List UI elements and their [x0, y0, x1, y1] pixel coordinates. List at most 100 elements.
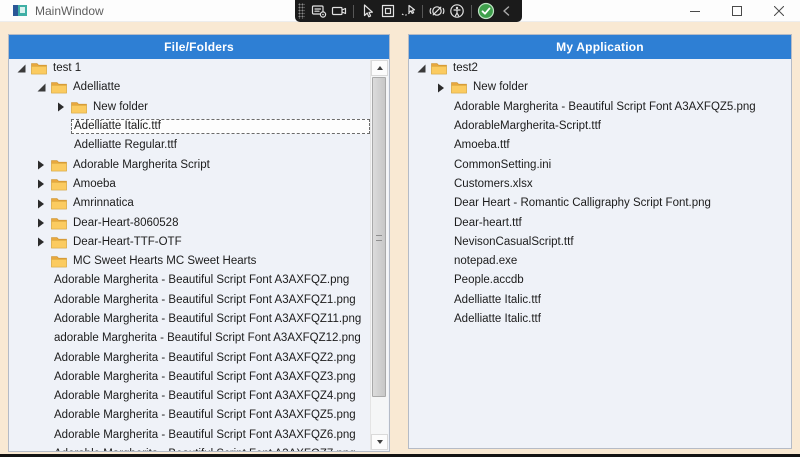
tree-item[interactable]: Adelliatte Italic.ttf — [409, 291, 791, 310]
recorder-settings-icon[interactable] — [310, 3, 328, 19]
collapsed-arrow-icon[interactable] — [37, 160, 51, 170]
tree-item[interactable]: test 1 — [9, 59, 389, 78]
tree-item[interactable]: New folder — [9, 98, 389, 117]
scroll-down-icon — [377, 440, 383, 444]
scroll-up-button[interactable] — [371, 60, 388, 76]
tree-item-label: NevisonCasualScript.ttf — [451, 235, 578, 250]
cursor-icon[interactable] — [359, 3, 377, 19]
accessibility-icon[interactable] — [448, 3, 466, 19]
tree-item[interactable]: Adorable Margherita - Beautiful Script F… — [9, 406, 389, 425]
collapsed-arrow-icon[interactable] — [37, 199, 51, 209]
tree-item[interactable]: People.accdb — [409, 271, 791, 290]
collapse-chevron-icon[interactable] — [497, 3, 515, 19]
tree-item-label: Adelliatte Italic.ttf — [451, 293, 545, 308]
collapsed-arrow-icon[interactable] — [37, 237, 51, 247]
tree-item[interactable]: Amoeba — [9, 175, 389, 194]
tree-item[interactable]: Adelliatte Regular.ttf — [9, 136, 389, 155]
collapsed-arrow-icon[interactable] — [37, 218, 51, 228]
tree-item-label: Adorable Margherita - Beautiful Script F… — [51, 428, 360, 443]
scroll-down-button[interactable] — [371, 434, 388, 450]
tree-item[interactable]: test2 — [409, 59, 791, 78]
record-disabled-icon[interactable] — [428, 3, 446, 19]
tree-item-label: Adelliatte Italic.ttf — [451, 312, 545, 327]
collapsed-arrow-icon[interactable] — [437, 83, 451, 93]
tree-item[interactable]: New folder — [409, 78, 791, 97]
app-icon — [13, 4, 28, 17]
tree-item-label: Dear-heart.ttf — [451, 216, 526, 231]
folder-icon — [51, 217, 70, 230]
tree-item-label: Amoeba — [70, 177, 120, 192]
tree-item[interactable]: Adorable Margherita - Beautiful Script F… — [9, 445, 389, 451]
tree-item-label-focused: Adelliatte Italic.ttf — [71, 119, 370, 134]
expanded-arrow-icon[interactable] — [17, 64, 31, 73]
tree-item-label: Dear Heart - Romantic Calligraphy Script… — [451, 196, 715, 211]
tree-item[interactable]: Adorable Margherita - Beautiful Script F… — [9, 426, 389, 445]
tree-item[interactable]: MC Sweet Hearts MC Sweet Hearts — [9, 252, 389, 271]
tree-item-label: Adorable Margherita - Beautiful Script F… — [51, 408, 360, 423]
tree-item[interactable]: Dear-heart.ttf — [409, 213, 791, 232]
folder-icon — [51, 236, 70, 249]
my-application-panel: My Application test2 New folder Adorable M… — [408, 34, 792, 449]
tree-item-label: Adorable Margherita - Beautiful Script F… — [451, 100, 760, 115]
tree-item-label: Adelliatte — [70, 80, 124, 95]
folder-icon — [431, 62, 450, 75]
tree-item[interactable]: Adelliatte Italic.ttf — [9, 117, 389, 136]
expanded-arrow-icon[interactable] — [417, 64, 431, 73]
tree-item[interactable]: Adelliatte — [9, 78, 389, 97]
tree-item[interactable]: Customers.xlsx — [409, 175, 791, 194]
folder-icon — [51, 81, 70, 94]
window-controls — [674, 0, 800, 21]
scroll-up-icon — [377, 66, 383, 70]
tree-item[interactable]: Adorable Margherita - Beautiful Script F… — [9, 348, 389, 367]
tree-item-label: Dear-Heart-TTF-OTF — [70, 235, 186, 250]
tree-item[interactable]: Adorable Margherita - Beautiful Script F… — [409, 98, 791, 117]
folder-icon — [451, 81, 470, 94]
tree-item[interactable]: AdorableMargherita-Script.ttf — [409, 117, 791, 136]
collapsed-arrow-icon[interactable] — [37, 179, 51, 189]
folder-icon — [71, 101, 90, 114]
tree-item[interactable]: Adorable Margherita - Beautiful Script F… — [9, 368, 389, 387]
tree-item[interactable]: Adelliatte Italic.ttf — [409, 310, 791, 329]
tree-item[interactable]: Adorable Margherita - Beautiful Script F… — [9, 271, 389, 290]
tree-item[interactable]: NevisonCasualScript.ttf — [409, 233, 791, 252]
vertical-scrollbar[interactable] — [370, 60, 388, 450]
close-button[interactable] — [758, 0, 800, 21]
file-folders-panel: File/Folders test 1 Adelliatte New folder A… — [8, 34, 390, 452]
folder-icon — [51, 255, 70, 268]
minimize-button[interactable] — [674, 0, 716, 21]
tree-item[interactable]: CommonSetting.ini — [409, 155, 791, 174]
tree-item[interactable]: notepad.exe — [409, 252, 791, 271]
tree-item-label: Amrinnatica — [70, 196, 138, 211]
scrollbar-thumb[interactable] — [372, 77, 386, 397]
tree-item[interactable]: Dear-Heart-8060528 — [9, 213, 389, 232]
tree-item[interactable]: Dear Heart - Romantic Calligraphy Script… — [409, 194, 791, 213]
expanded-arrow-icon[interactable] — [37, 83, 51, 92]
tree-item[interactable]: Dear-Heart-TTF-OTF — [9, 233, 389, 252]
tree-item[interactable]: Amrinnatica — [9, 194, 389, 213]
tree-item[interactable]: adorable Margherita - Beautiful Script F… — [9, 329, 389, 348]
maximize-button[interactable] — [716, 0, 758, 21]
toolbar-grip[interactable] — [298, 3, 305, 19]
success-check-icon[interactable] — [477, 3, 495, 19]
video-camera-icon[interactable] — [330, 3, 348, 19]
tree-item-label: Amoeba.ttf — [451, 138, 514, 153]
tree-item-label: test2 — [450, 61, 482, 76]
my-application-tree: test2 New folder Adorable Margherita - Bea… — [409, 59, 791, 448]
region-select-icon[interactable] — [379, 3, 397, 19]
file-folders-header: File/Folders — [9, 35, 389, 59]
collapsed-arrow-icon[interactable] — [57, 102, 71, 112]
tree-item[interactable]: Adorable Margherita - Beautiful Script F… — [9, 310, 389, 329]
tree-item-label: Adorable Margherita - Beautiful Script F… — [51, 293, 360, 308]
tree-item[interactable]: Adorable Margherita - Beautiful Script F… — [9, 291, 389, 310]
tree-item[interactable]: Adorable Margherita Script — [9, 155, 389, 174]
tree-item-label: Adorable Margherita - Beautiful Script F… — [51, 447, 360, 451]
cursor-path-icon[interactable] — [399, 3, 417, 19]
folder-icon — [51, 159, 70, 172]
tree-item-label: AdorableMargherita-Script.ttf — [451, 119, 605, 134]
tree-item[interactable]: Amoeba.ttf — [409, 136, 791, 155]
my-application-header: My Application — [409, 35, 791, 59]
tree-item[interactable]: Adorable Margherita - Beautiful Script F… — [9, 387, 389, 406]
tree-item-label: Adorable Margherita - Beautiful Script F… — [51, 312, 365, 327]
tree-item-label: Adorable Margherita - Beautiful Script F… — [51, 351, 360, 366]
toolbar-separator — [471, 5, 472, 18]
